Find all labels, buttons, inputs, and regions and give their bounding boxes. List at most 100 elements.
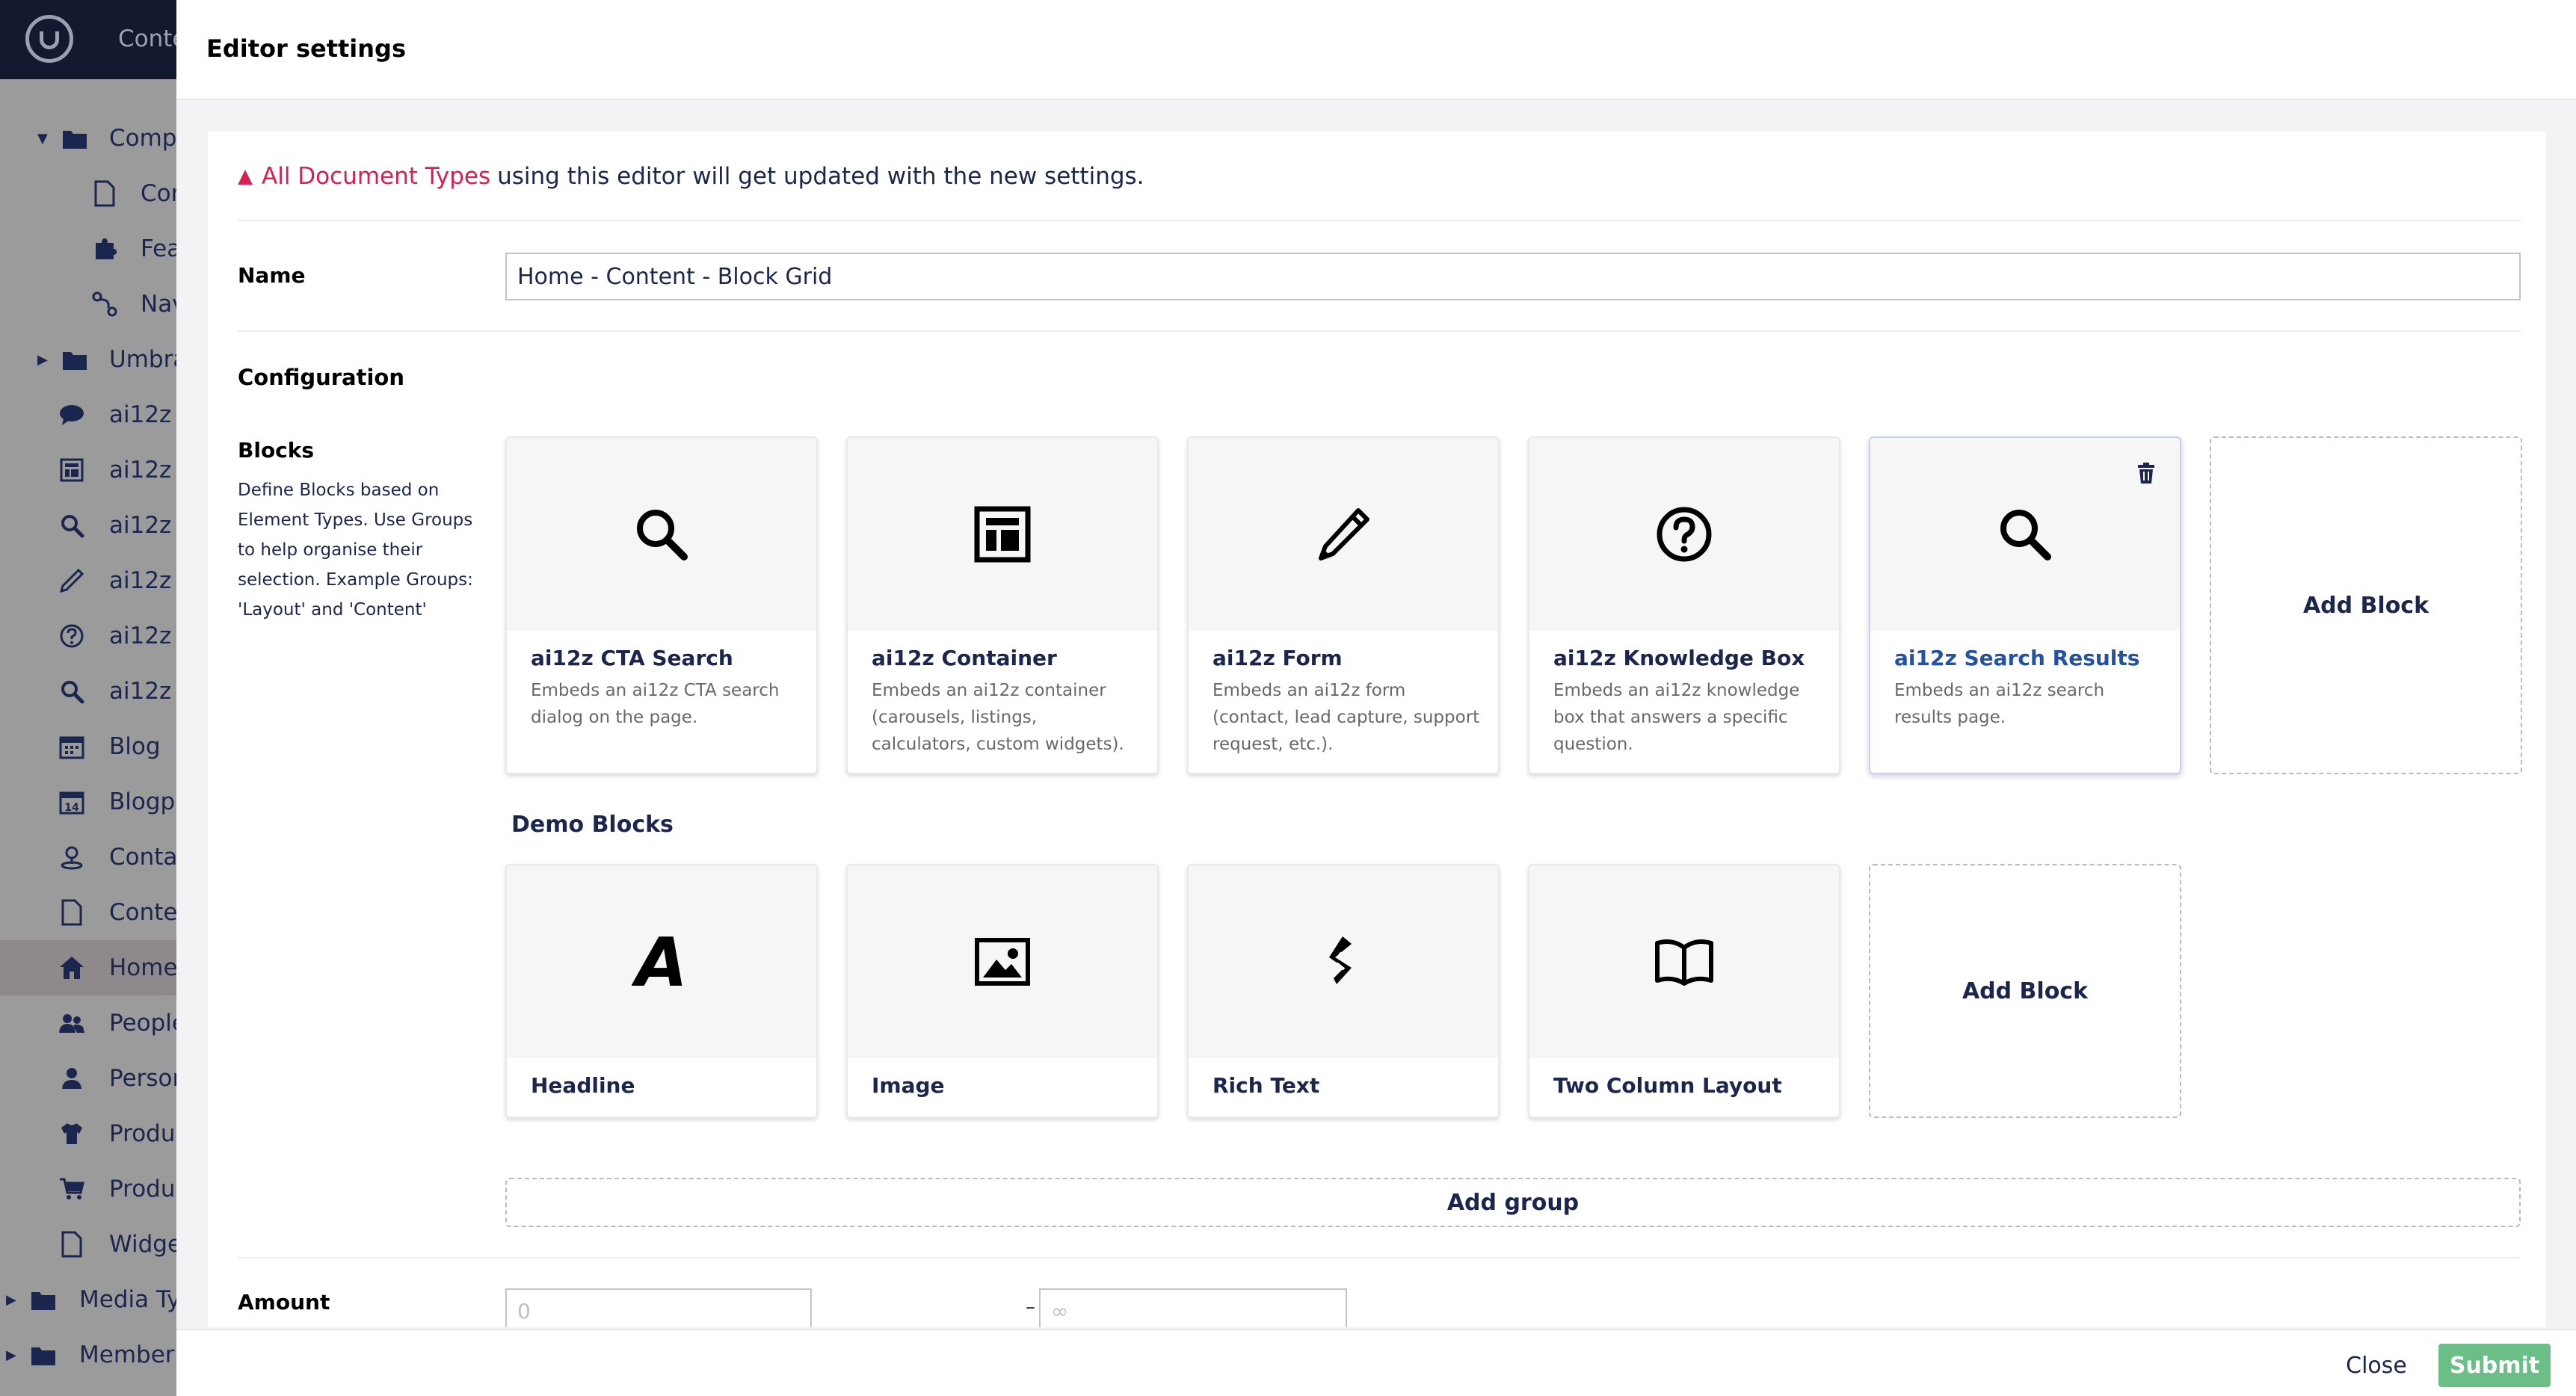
amount-min-input[interactable]: 0 [505, 1288, 812, 1327]
tree-item-label: Nav [141, 291, 179, 318]
amount-max-input[interactable]: ∞ [1039, 1288, 1347, 1327]
tree-item[interactable]: ▶ Umbra [0, 332, 179, 387]
configuration-heading: Configuration [238, 365, 404, 390]
rich-text-icon [1329, 936, 1352, 984]
block-card[interactable]: Rich Text [1187, 864, 1500, 1118]
editor-settings-dialog: Editor settings ▲ All Document Types usi… [176, 0, 2576, 1396]
tree-item[interactable]: Conter [0, 885, 179, 940]
tree-item[interactable]: People [0, 995, 179, 1051]
svg-text:14: 14 [64, 802, 79, 814]
block-description: Embeds an ai12z form (contact, lead capt… [1212, 681, 1480, 754]
folder-icon [60, 123, 90, 153]
block-thumbnail [507, 438, 816, 631]
tree-item[interactable]: ▼ Compo [0, 111, 179, 166]
search-icon [637, 510, 688, 560]
location-icon [57, 842, 87, 872]
navigation-icon [90, 289, 120, 319]
add-block-button[interactable]: Add Block [1869, 864, 2181, 1118]
tree-item-label: Compo [109, 125, 179, 152]
block-card[interactable]: Two Column Layout [1528, 864, 1840, 1118]
calendar-day-icon: 14 [57, 787, 87, 817]
divider [238, 330, 2521, 332]
amount-separator: – [1026, 1296, 1035, 1318]
delete-block-button[interactable] [2133, 460, 2159, 486]
tree-item-label: Blogpo [109, 788, 179, 815]
cart-icon [57, 1174, 87, 1204]
group-name[interactable]: Demo Blocks [511, 812, 674, 838]
calendar-icon [57, 732, 87, 762]
dialog-footer: Close Submit [176, 1329, 2576, 1396]
question-icon [1657, 507, 1712, 562]
tree-item[interactable]: ▶ Media Typ [0, 1272, 179, 1327]
chat-icon [57, 400, 87, 430]
block-thumbnail [848, 438, 1157, 631]
tree-item[interactable]: ▶ Member T [0, 1327, 179, 1383]
block-thumbnail [848, 865, 1157, 1058]
chevron-right-icon[interactable]: ▶ [6, 1292, 16, 1308]
block-description: Embeds an ai12z knowledge box that answe… [1553, 681, 1800, 754]
layout-icon [974, 506, 1031, 563]
add-block-button[interactable]: Add Block [2210, 436, 2522, 774]
tree-item[interactable]: Produc [0, 1106, 179, 1161]
all-document-types-link[interactable]: All Document Types [262, 163, 490, 190]
block-thumbnail [1189, 865, 1498, 1058]
block-card[interactable]: ai12z Container Embeds an ai12z containe… [846, 436, 1159, 774]
layout-icon [57, 455, 87, 485]
tree-item[interactable]: Contac [0, 830, 179, 885]
tree-item-label: ai12z C [109, 401, 179, 428]
settings-panel: ▲ All Document Types using this editor w… [208, 132, 2546, 1327]
tree-item-label: Home [109, 954, 178, 981]
tree-item-label: Contac [109, 844, 179, 871]
submit-button[interactable]: Submit [2438, 1344, 2551, 1387]
divider [238, 220, 2521, 221]
tree-item[interactable]: ▶Data Type [0, 1383, 179, 1396]
tree-item[interactable]: ai12z F [0, 553, 179, 608]
tree-item-label: Produc [109, 1120, 179, 1147]
tree-item[interactable]: ai12z C [0, 442, 179, 498]
block-card[interactable]: ai12z Form Embeds an ai12z form (contact… [1187, 436, 1500, 774]
tree-item[interactable]: ai12z S [0, 664, 179, 719]
block-description: Embeds an ai12z search results page. [1894, 681, 2105, 727]
name-input[interactable] [505, 253, 2521, 300]
tree-item[interactable]: Produc [0, 1161, 179, 1217]
block-title: ai12z Form [1212, 646, 1343, 670]
image-icon [975, 938, 1030, 986]
block-card[interactable]: ai12z CTA Search Embeds an ai12z CTA sea… [505, 436, 818, 774]
block-card[interactable]: A Headline [505, 864, 818, 1118]
chevron-right-icon[interactable]: ▶ [6, 1347, 16, 1363]
tree-item-label: Umbra [109, 346, 179, 373]
tree-item[interactable]: Blog [0, 719, 179, 774]
tree-item[interactable]: Feat [0, 221, 179, 277]
tree-item[interactable]: ai12z K [0, 608, 179, 664]
tree-item[interactable]: Widget [0, 1217, 179, 1272]
block-title: Rich Text [1212, 1073, 1320, 1098]
tree-item[interactable]: Con [0, 166, 179, 221]
tree-item[interactable]: ai12z C [0, 387, 179, 442]
tree-item[interactable]: Home [0, 940, 179, 995]
close-button[interactable]: Close [2337, 1344, 2416, 1387]
block-card[interactable]: Image [846, 864, 1159, 1118]
tree-item[interactable]: Nav [0, 277, 179, 332]
blocks-label: Blocks [238, 438, 315, 463]
block-title: ai12z CTA Search [531, 646, 733, 670]
block-thumbnail [1529, 438, 1839, 631]
add-group-button[interactable]: Add group [505, 1178, 2521, 1227]
umbraco-logo[interactable] [25, 15, 73, 63]
tree-item-label: Person [109, 1065, 179, 1092]
chevron-down-icon[interactable]: ▼ [37, 131, 48, 146]
tree-item[interactable]: 14 Blogpo [0, 774, 179, 830]
dialog-header: Editor settings [176, 0, 2576, 100]
block-thumbnail: A [507, 865, 816, 1058]
block-card-selected[interactable]: ai12z Search Results Embeds an ai12z sea… [1869, 436, 2181, 774]
tree-item[interactable]: ai12z C [0, 498, 179, 553]
chevron-right-icon[interactable]: ▶ [37, 352, 48, 368]
tree-item-label: ai12z F [109, 567, 179, 594]
block-card[interactable]: ai12z Knowledge Box Embeds an ai12z know… [1528, 436, 1840, 774]
headline-icon: A [632, 932, 688, 992]
tree-item-label: ai12z K [109, 623, 179, 649]
user-icon [57, 1063, 87, 1093]
block-title: Image [872, 1073, 945, 1098]
tree-item[interactable]: Person [0, 1051, 179, 1106]
search-icon [2000, 510, 2051, 560]
tree-item-label: ai12z C [109, 512, 179, 539]
